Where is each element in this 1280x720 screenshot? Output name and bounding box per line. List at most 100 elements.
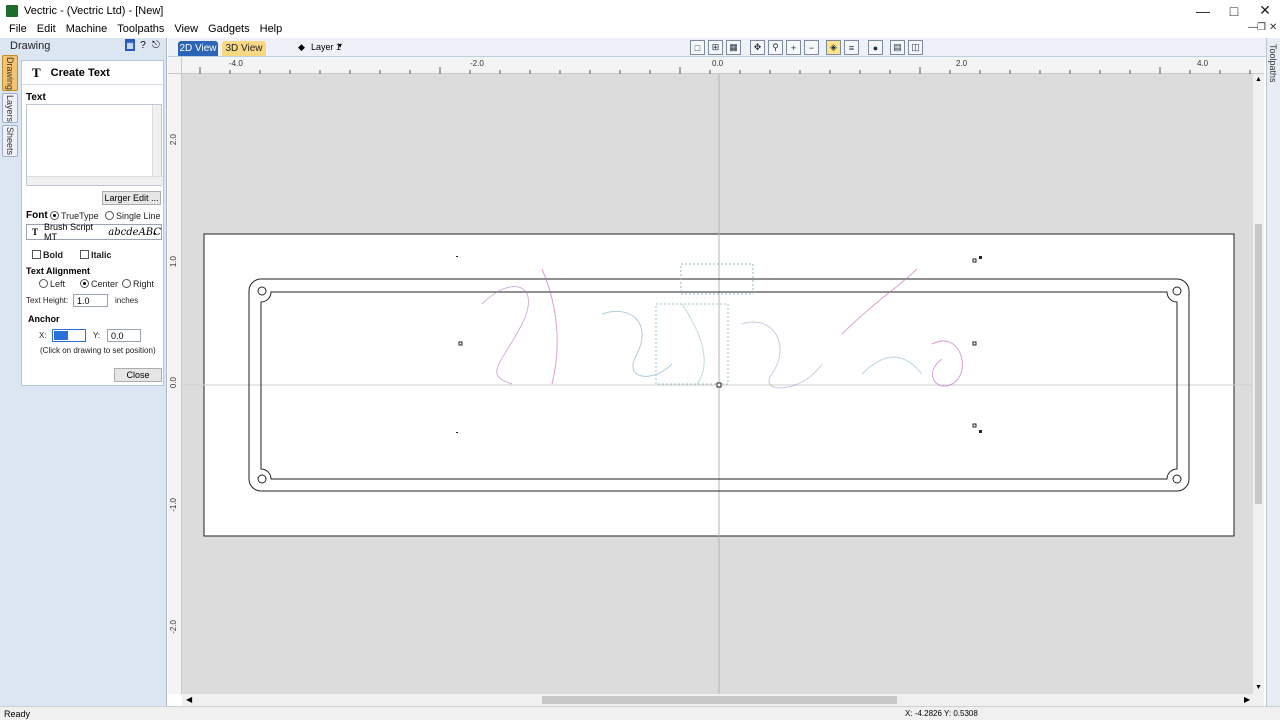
ruler-top-label: 0.0	[712, 59, 724, 68]
status-text: Ready	[4, 709, 31, 719]
minimize-icon[interactable]: —	[1187, 0, 1219, 21]
zoom-icon[interactable]: ⚲	[768, 40, 783, 55]
window-title: Vectric - (Vectric Ltd) - [New]	[24, 4, 164, 17]
layer-icon: ◆	[298, 42, 305, 52]
text-height-label: Text Height:	[26, 296, 69, 305]
alignment-label: Text Alignment	[26, 266, 91, 276]
font-label: Font	[26, 210, 48, 221]
cursor-coords: X: -4.2826 Y: 0.5308	[905, 709, 978, 718]
align-left-radio[interactable]	[39, 279, 48, 288]
font-select[interactable]: T Brush Script MT abcdeABC ⌄	[26, 222, 162, 242]
pin-icon[interactable]: ⎋	[151, 39, 161, 51]
align-right-label: Right	[133, 279, 155, 289]
tab-layers[interactable]: Layers	[2, 93, 18, 123]
tab-sheets[interactable]: Sheets	[2, 125, 18, 157]
menu-bar: File Edit Machine Toolpaths View Gadgets…	[0, 21, 1280, 38]
ruler-top-label: -2.0	[470, 59, 484, 68]
split-icon[interactable]: ◫	[908, 40, 923, 55]
text-scrollbar-v[interactable]	[152, 105, 161, 177]
truetype-label: TrueType	[61, 211, 99, 221]
truetype-radio[interactable]	[50, 211, 59, 220]
text-height-input[interactable]	[73, 294, 108, 307]
selection-corner	[979, 256, 982, 259]
zoom-out-icon[interactable]: −	[804, 40, 819, 55]
anchor-label: Anchor	[28, 314, 60, 324]
larger-edit-button[interactable]: Larger Edit ...	[102, 191, 161, 205]
grid-icon[interactable]: ▦	[726, 40, 741, 55]
scroll-left-icon[interactable]: ◀	[186, 695, 192, 704]
text-section-label: Text	[26, 92, 46, 103]
zoom-box-icon[interactable]: ⊞	[708, 40, 723, 55]
single-line-label: Single Line	[116, 211, 161, 221]
selection-handle	[972, 423, 977, 428]
text-height-unit: inches	[115, 296, 139, 305]
panel-title: Drawing	[10, 40, 51, 52]
layout-icon[interactable]: ▤	[890, 40, 905, 55]
toolpaths-panel-tab[interactable]: Toolpaths	[1266, 38, 1280, 706]
app-icon	[6, 4, 18, 17]
create-text-form: T Create Text Text Larger Edit ... Font …	[21, 60, 164, 386]
vertical-scroll-thumb[interactable]	[1255, 224, 1262, 504]
pan-icon[interactable]: ✥	[750, 40, 765, 55]
zoom-in-icon[interactable]: +	[786, 40, 801, 55]
align-center-label: Center	[91, 279, 119, 289]
align-right-radio[interactable]	[122, 279, 131, 288]
text-input[interactable]	[26, 104, 163, 186]
bold-checkbox[interactable]	[32, 250, 41, 259]
align-center-radio[interactable]	[80, 279, 89, 288]
close-button[interactable]: Close	[114, 368, 162, 382]
close-icon[interactable]: ✕	[1249, 0, 1280, 21]
drawing-canvas[interactable]	[182, 74, 1253, 694]
scroll-up-icon[interactable]: ▲	[1255, 76, 1262, 83]
align-icon[interactable]: ≡	[844, 40, 859, 55]
layer-select[interactable]: Layer 1	[311, 42, 341, 52]
tab-drawing[interactable]: Drawing	[2, 55, 18, 91]
left-ruler: 2.0 1.0 0.0 -1.0 -2.0	[168, 74, 182, 694]
ruler-top-label: 2.0	[956, 59, 968, 68]
mdi-restore-icon[interactable]: ❐	[1257, 22, 1266, 33]
material-icon[interactable]: ●	[868, 40, 883, 55]
scroll-down-icon[interactable]: ▼	[1255, 684, 1262, 691]
horizontal-scroll-thumb[interactable]	[542, 696, 897, 704]
anchor-y-input[interactable]	[107, 329, 141, 342]
form-title: Create Text	[50, 66, 110, 79]
snap-icon[interactable]: ◈	[826, 40, 841, 55]
font-name: Brush Script MT	[44, 222, 94, 242]
menu-toolpaths[interactable]: Toolpaths	[112, 21, 169, 38]
tab-2d-view[interactable]: 2D View	[178, 41, 218, 56]
anchor-y-label: Y:	[93, 331, 101, 340]
selection-corner	[456, 432, 458, 433]
menu-file[interactable]: File	[4, 21, 32, 38]
anchor-hint: (Click on drawing to set position)	[40, 346, 156, 355]
ruler-top-label: -4.0	[229, 59, 243, 68]
selection-corner	[979, 430, 982, 433]
single-line-radio[interactable]	[105, 211, 114, 220]
selection-handle	[458, 341, 463, 346]
selection-handle	[972, 258, 977, 263]
menu-help[interactable]: Help	[255, 21, 288, 38]
align-left-label: Left	[50, 279, 66, 289]
scroll-right-icon[interactable]: ▶	[1244, 695, 1250, 704]
tab-3d-view[interactable]: 3D View	[222, 41, 266, 56]
ruler-left-label: -2.0	[169, 620, 178, 634]
mdi-close-icon[interactable]: ✕	[1269, 22, 1277, 33]
anchor-x-label: X:	[39, 331, 47, 340]
maximize-icon[interactable]: □	[1218, 0, 1250, 21]
help-icon[interactable]: ?	[138, 39, 148, 51]
status-bar: Ready X: -4.2826 Y: 0.5308	[0, 706, 1280, 720]
menu-gadgets[interactable]: Gadgets	[203, 21, 255, 38]
top-ruler: -4.0 -2.0 0.0 2.0 4.0	[182, 57, 1264, 74]
panel-layout-icon[interactable]: ▦	[125, 39, 135, 51]
anchor-handle	[716, 382, 722, 388]
drawing-panel: Drawing ▦ ? ⎋ Drawing Layers Sheets T Cr…	[0, 38, 167, 706]
vertical-scrollbar[interactable]: ▲ ▼	[1253, 74, 1264, 694]
italic-checkbox[interactable]	[80, 250, 89, 259]
menu-machine[interactable]: Machine	[61, 21, 113, 38]
zoom-extents-icon[interactable]: □	[690, 40, 705, 55]
text-scrollbar-h[interactable]	[27, 176, 163, 185]
menu-view[interactable]: View	[169, 21, 203, 38]
ruler-left-label: 0.0	[169, 377, 178, 389]
horizontal-scrollbar[interactable]: ◀ ▶	[182, 694, 1264, 706]
menu-edit[interactable]: Edit	[32, 21, 61, 38]
italic-label: Italic	[91, 250, 112, 260]
